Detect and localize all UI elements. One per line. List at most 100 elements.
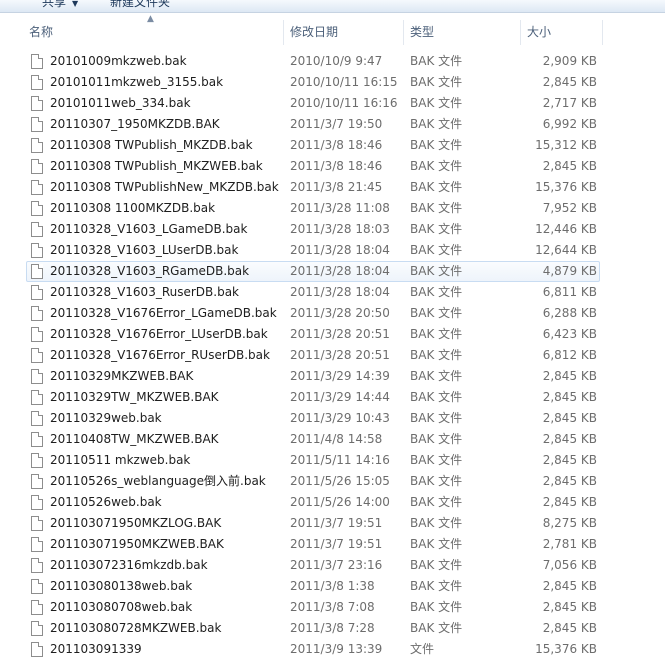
- file-type: BAK 文件: [410, 516, 463, 530]
- column-header-date-label: 修改日期: [290, 25, 339, 39]
- file-name: 20110307_1950MKZDB.BAK: [50, 117, 220, 131]
- file-size: 2,845 KB: [542, 390, 597, 404]
- file-size: 2,845 KB: [542, 159, 597, 173]
- file-size: 6,992 KB: [542, 117, 597, 131]
- file-type: BAK 文件: [410, 222, 463, 236]
- file-row[interactable]: 20110328_V1676Error_LUserDB.bak 2011/3/28…: [26, 324, 600, 345]
- file-row[interactable]: 20110328_V1603_RuserDB.bak 2011/3/28 18:0…: [26, 282, 600, 303]
- file-name: 20110308 TWPublishNew_MKZDB.bak: [50, 180, 279, 194]
- file-date: 2011/3/28 20:51: [290, 348, 390, 362]
- file-date: 2010/10/9 9:47: [290, 54, 383, 68]
- file-type: BAK 文件: [410, 432, 463, 446]
- file-date: 2011/3/28 18:03: [290, 222, 390, 236]
- file-size: 2,845 KB: [542, 75, 597, 89]
- file-row[interactable]: 20110329web.bak 2011/3/29 10:43 BAK 文件 2,84…: [26, 408, 600, 429]
- file-row[interactable]: 20110329MKZWEB.BAK 2011/3/29 14:39 BAK 文件 2…: [26, 366, 600, 387]
- new-folder-label: 新建文件夹: [110, 0, 171, 9]
- file-date: 2011/3/9 13:39: [290, 642, 383, 656]
- file-row[interactable]: 20110511 mkzweb.bak 2011/5/11 14:16 BAK 文件…: [26, 450, 600, 471]
- file-row[interactable]: 20110328_V1676Error_LGameDB.bak 2011/3/28…: [26, 303, 600, 324]
- file-row[interactable]: 20110408TW_MKZWEB.BAK 2011/4/8 14:58 BAK 文…: [26, 429, 600, 450]
- file-row[interactable]: 20110328_V1603_RGameDB.bak 2011/3/28 18:0…: [26, 261, 600, 282]
- file-row[interactable]: 20101011mkzweb_3155.bak 2010/10/11 16:15 B…: [26, 72, 600, 93]
- file-size: 7,056 KB: [542, 558, 597, 572]
- file-name: 20110308 1100MKZDB.bak: [50, 201, 216, 215]
- file-name: 20110328_V1676Error_LUserDB.bak: [50, 327, 268, 341]
- file-row[interactable]: 20110328_V1603_LUserDB.bak 2011/3/28 18:0…: [26, 240, 600, 261]
- file-type: BAK 文件: [410, 201, 463, 215]
- file-type: BAK 文件: [410, 243, 463, 257]
- file-row[interactable]: 20110308 TWPublish_MKZWEB.bak 2011/3/8 18…: [26, 156, 600, 177]
- command-toolbar: 共享 ▼ 新建文件夹: [0, 0, 665, 13]
- file-size: 15,376 KB: [535, 642, 597, 656]
- column-header-date[interactable]: 修改日期: [284, 20, 404, 45]
- file-type: BAK 文件: [410, 390, 463, 404]
- file-type: BAK 文件: [410, 306, 463, 320]
- file-size: 2,845 KB: [542, 579, 597, 593]
- file-icon: [31, 75, 43, 90]
- file-icon: [31, 390, 43, 405]
- new-folder-button[interactable]: 新建文件夹: [110, 0, 170, 11]
- file-row[interactable]: 20101009mkzweb.bak 2010/10/9 9:47 BAK 文件 2,…: [26, 51, 600, 72]
- file-name: 20110329web.bak: [50, 411, 162, 425]
- file-icon: [31, 516, 43, 531]
- file-icon: [31, 348, 43, 363]
- file-row[interactable]: 20101011web_334.bak 2010/10/11 16:16 BAK 文…: [26, 93, 600, 114]
- file-name: 201103080708web.bak: [50, 600, 193, 614]
- file-size: 2,845 KB: [542, 411, 597, 425]
- file-type: BAK 文件: [410, 96, 463, 110]
- file-size: 6,423 KB: [542, 327, 597, 341]
- file-icon: [31, 117, 43, 132]
- file-name: 201103071950MKZWEB.BAK: [50, 537, 224, 551]
- column-header-name[interactable]: 名称: [23, 20, 284, 45]
- file-icon: [31, 453, 43, 468]
- file-row[interactable]: 20110308 TWPublishNew_MKZDB.bak 2011/3/8 …: [26, 177, 600, 198]
- file-icon: [31, 411, 43, 426]
- file-name: 20110328_V1603_LUserDB.bak: [50, 243, 239, 257]
- file-type: BAK 文件: [410, 579, 463, 593]
- file-row[interactable]: 201103071950MKZLOG.BAK 2011/3/7 19:51 BAK …: [26, 513, 600, 534]
- column-header-bar: ▲ 名称 修改日期 类型 大小: [0, 14, 665, 45]
- file-date: 2011/3/7 19:51: [290, 537, 383, 551]
- file-name: 20110526web.bak: [50, 495, 162, 509]
- file-row[interactable]: 20110308 TWPublish_MKZDB.bak 2011/3/8 18:…: [26, 135, 600, 156]
- file-date: 2011/3/28 18:04: [290, 264, 390, 278]
- file-row[interactable]: 20110328_V1676Error_RUserDB.bak 2011/3/28…: [26, 345, 600, 366]
- file-name: 20110408TW_MKZWEB.BAK: [50, 432, 219, 446]
- file-date: 2011/3/8 21:45: [290, 180, 383, 194]
- file-icon: [31, 54, 43, 69]
- file-date: 2011/3/7 23:16: [290, 558, 383, 572]
- file-icon: [31, 159, 43, 174]
- file-row[interactable]: 201103071950MKZWEB.BAK 2011/3/7 19:51 BAK …: [26, 534, 600, 555]
- file-row[interactable]: 201103072316mkzdb.bak 2011/3/7 23:16 BAK 文…: [26, 555, 600, 576]
- file-icon: [31, 222, 43, 237]
- share-label: 共享: [42, 0, 67, 9]
- column-header-type[interactable]: 类型: [404, 20, 521, 45]
- file-row[interactable]: 201103080138web.bak 2011/3/8 1:38 BAK 文件 2,…: [26, 576, 600, 597]
- file-row[interactable]: 20110329TW_MKZWEB.BAK 2011/3/29 14:44 BAK …: [26, 387, 600, 408]
- file-icon: [31, 600, 43, 615]
- file-size: 2,717 KB: [542, 96, 597, 110]
- file-date: 2011/3/8 7:08: [290, 600, 375, 614]
- file-row[interactable]: 201103080708web.bak 2011/3/8 7:08 BAK 文件 2,…: [26, 597, 600, 618]
- column-header-size[interactable]: 大小: [521, 20, 603, 45]
- file-type: BAK 文件: [410, 264, 463, 278]
- file-row[interactable]: 20110526web.bak 2011/5/26 14:00 BAK 文件 2,84…: [26, 492, 600, 513]
- file-row[interactable]: 20110307_1950MKZDB.BAK 2011/3/7 19:50 BAK …: [26, 114, 600, 135]
- file-row[interactable]: 201103091339 2011/3/9 13:39 文件 15,376 KB: [26, 639, 600, 660]
- file-type: BAK 文件: [410, 474, 463, 488]
- file-name: 20110328_V1603_RGameDB.bak: [50, 264, 250, 278]
- file-row[interactable]: 20110328_V1603_LGameDB.bak 2011/3/28 18:0…: [26, 219, 600, 240]
- file-name: 20110329TW_MKZWEB.BAK: [50, 390, 219, 404]
- file-row[interactable]: 20110526s_weblanguage倒入前.bak 2011/5/26 15…: [26, 471, 600, 492]
- share-button[interactable]: 共享 ▼: [42, 0, 78, 11]
- file-name: 201103071950MKZLOG.BAK: [50, 516, 222, 530]
- file-row[interactable]: 201103080728MKZWEB.bak 2011/3/8 7:28 BAK 文…: [26, 618, 600, 639]
- file-date: 2011/5/26 15:05: [290, 474, 390, 488]
- file-size: 4,879 KB: [542, 264, 597, 278]
- file-name: 20110511 mkzweb.bak: [50, 453, 191, 467]
- file-size: 2,845 KB: [542, 432, 597, 446]
- file-type: BAK 文件: [410, 411, 463, 425]
- file-row[interactable]: 20110308 1100MKZDB.bak 2011/3/28 11:08 BAK…: [26, 198, 600, 219]
- file-icon: [31, 558, 43, 573]
